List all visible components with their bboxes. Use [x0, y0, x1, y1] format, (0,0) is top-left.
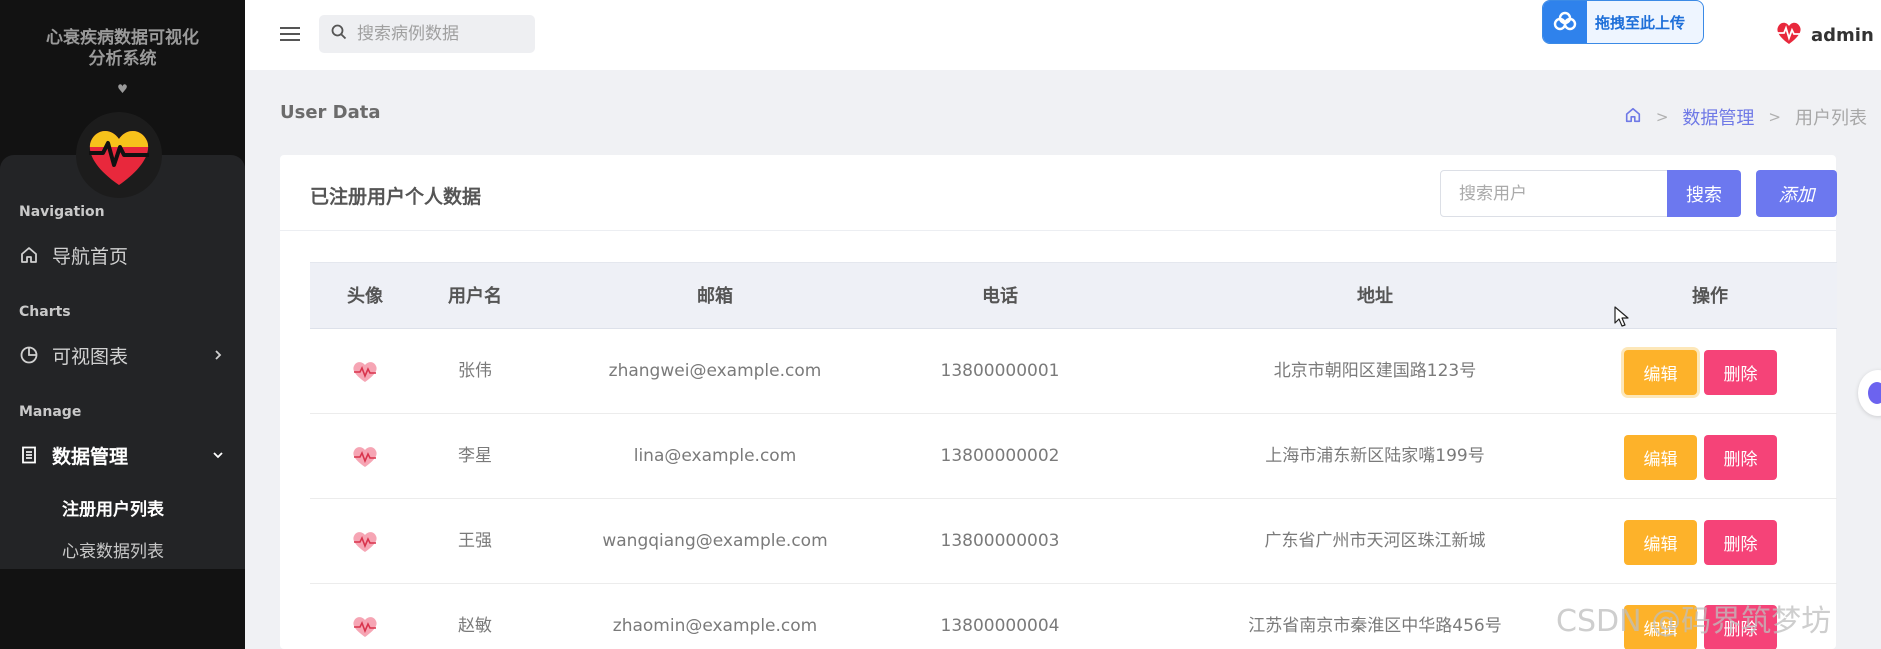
brand-heart-icon: ♥ [117, 82, 128, 96]
user-menu[interactable]: admin [1775, 20, 1874, 50]
user-avatar-icon [310, 499, 420, 584]
user-card: 已注册用户个人数据 搜索 添加 头像 用户名 邮箱 电话 地址 操作 张伟 zh… [280, 155, 1837, 649]
table-row: 李星 lina@example.com 13800000002 上海市浦东新区陆… [310, 414, 1837, 499]
document-icon [18, 444, 40, 466]
chevron-down-icon [208, 445, 228, 465]
sidebar-subitem-users[interactable]: 注册用户列表 [62, 495, 164, 520]
sidebar: 心衰疾病数据可视化 分析系统 ♥ Navigation 导航首页 Charts … [0, 0, 245, 649]
search-button[interactable]: 搜索 [1667, 170, 1741, 217]
table-row: 张伟 zhangwei@example.com 13800000001 北京市朝… [310, 329, 1837, 414]
column-header-actions: 操作 [1692, 286, 1728, 307]
nav-section-charts: Charts [19, 304, 71, 320]
chevron-right-icon [208, 345, 228, 365]
sidebar-item-home[interactable]: 导航首页 [18, 240, 228, 270]
table-header: 头像 用户名 邮箱 电话 地址 操作 [310, 262, 1837, 329]
column-header-address: 地址 [1357, 286, 1393, 307]
user-search-input[interactable] [1440, 170, 1668, 217]
username: admin [1811, 24, 1874, 46]
edit-button[interactable]: 编辑 [1624, 520, 1697, 565]
breadcrumb-current: 用户列表 [1795, 108, 1867, 129]
cell-email: wangqiang@example.com [602, 531, 828, 551]
cell-username: 王强 [458, 531, 492, 551]
avatar [1775, 20, 1803, 50]
nav-section-navigation: Navigation [19, 204, 105, 220]
cell-address: 上海市浦东新区陆家嘴199号 [1265, 446, 1485, 466]
cell-email: zhangwei@example.com [608, 361, 822, 381]
page-title: User Data [280, 102, 381, 123]
cloud-upload-icon [1543, 1, 1587, 43]
pie-chart-icon [18, 344, 40, 366]
delete-button[interactable]: 删除 [1704, 520, 1777, 565]
sidebar-item-label: 可视图表 [52, 345, 129, 368]
heart-logo-icon [89, 130, 149, 185]
breadcrumb-link[interactable]: 数据管理 [1682, 104, 1754, 130]
sidebar-item-label: 数据管理 [52, 445, 129, 468]
cell-phone: 13800000004 [940, 616, 1060, 636]
search-input[interactable] [357, 24, 517, 44]
breadcrumb-separator-icon: > [1768, 108, 1781, 126]
column-header-username: 用户名 [448, 286, 502, 307]
column-header-phone: 电话 [982, 286, 1018, 307]
home-icon[interactable] [1624, 106, 1642, 129]
cell-address: 广东省广州市天河区珠江新城 [1264, 531, 1486, 551]
edit-button[interactable]: 编辑 [1624, 435, 1697, 480]
add-button[interactable]: 添加 [1756, 170, 1837, 217]
sidebar-item-label: 导航首页 [52, 245, 129, 268]
breadcrumb-separator-icon: > [1655, 108, 1669, 126]
user-avatar-icon [310, 584, 420, 649]
brand-title: 心衰疾病数据可视化 分析系统 [0, 28, 245, 70]
cell-phone: 13800000001 [940, 361, 1060, 381]
menu-toggle-icon[interactable] [280, 26, 300, 46]
column-header-email: 邮箱 [697, 286, 733, 307]
watermark: CSDN @码界筑梦坊 [1556, 604, 1832, 639]
cell-username: 赵敏 [458, 616, 492, 636]
upload-label: 拖拽至此上传 [1595, 13, 1686, 32]
cell-username: 张伟 [458, 361, 492, 381]
card-title: 已注册用户个人数据 [310, 186, 482, 208]
cell-email: lina@example.com [633, 446, 797, 466]
table-row: 王强 wangqiang@example.com 13800000003 广东省… [310, 499, 1837, 584]
delete-button[interactable]: 删除 [1704, 350, 1777, 395]
cell-username: 李星 [458, 446, 492, 466]
floating-assistant-button[interactable] [1858, 370, 1881, 416]
topbar: 拖拽至此上传 admin [245, 0, 1881, 70]
sidebar-item-data[interactable]: 数据管理 [18, 440, 228, 470]
search-icon [331, 24, 347, 44]
mouse-cursor-icon [1614, 306, 1630, 332]
column-header-avatar: 头像 [347, 286, 383, 307]
brand-title-line2: 分析系统 [88, 49, 157, 69]
edit-button[interactable]: 编辑 [1624, 350, 1697, 395]
upload-dropzone[interactable]: 拖拽至此上传 [1542, 0, 1704, 44]
breadcrumb: > 数据管理 > 用户列表 [1624, 104, 1867, 130]
cell-phone: 13800000003 [940, 531, 1060, 551]
home-icon [18, 244, 40, 266]
logo [76, 112, 162, 198]
top-search [319, 15, 535, 53]
card-header: 已注册用户个人数据 搜索 添加 [280, 155, 1837, 231]
sidebar-item-charts[interactable]: 可视图表 [18, 340, 228, 370]
brand-title-line1: 心衰疾病数据可视化 [46, 28, 199, 48]
delete-button[interactable]: 删除 [1704, 435, 1777, 480]
cell-phone: 13800000002 [940, 446, 1060, 466]
user-avatar-icon [310, 329, 420, 414]
cell-address: 北京市朝阳区建国路123号 [1273, 361, 1477, 381]
sidebar-subitem-heart-data[interactable]: 心衰数据列表 [62, 537, 164, 562]
nav-section-manage: Manage [19, 404, 82, 420]
user-avatar-icon [310, 414, 420, 499]
cell-email: zhaomin@example.com [612, 616, 818, 636]
user-table: 头像 用户名 邮箱 电话 地址 操作 张伟 zhangwei@example.c… [310, 262, 1837, 649]
